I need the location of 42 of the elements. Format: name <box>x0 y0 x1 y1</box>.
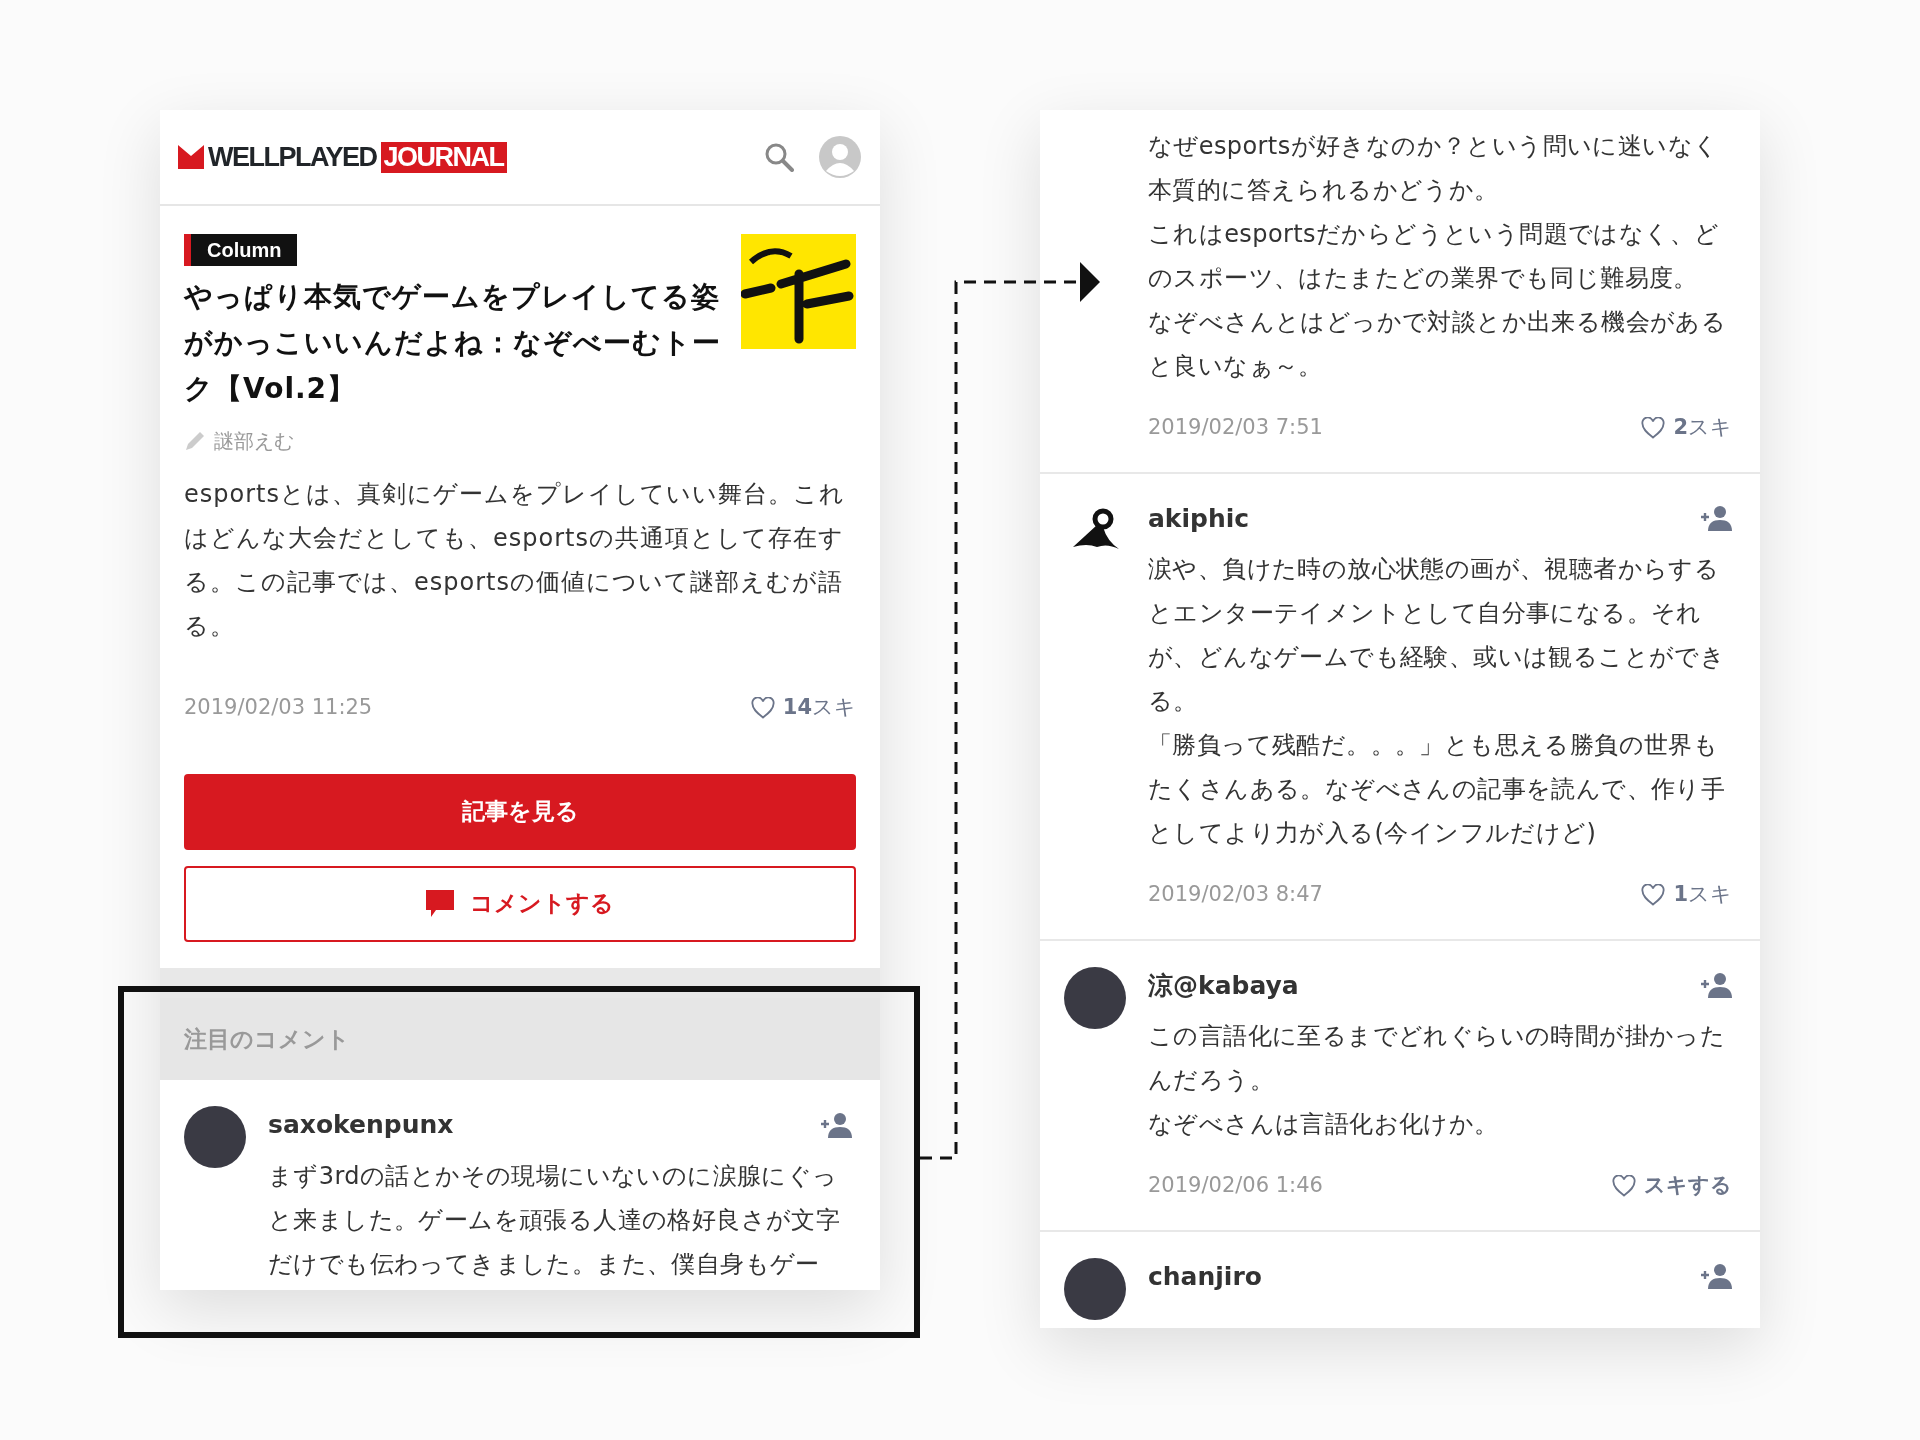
article-date: 2019/02/03 11:25 <box>184 694 373 721</box>
follow-user-icon[interactable] <box>1700 505 1732 532</box>
comment-text: なぞべさんとはどっかで対談とか出来る機会があると良いなぁ～。 <box>1148 307 1728 382</box>
comment-text: これはesportsだからどうという問題ではなく、どのスポーツ、はたまたどの業界でも同じ難易度。 <box>1148 219 1721 294</box>
author-name[interactable]: 謎部えむ <box>214 426 294 456</box>
comment-text: この言語化に至るまでどれぐらいの時間が掛かったんだろう。 <box>1148 1021 1727 1096</box>
comment-date: 2019/02/03 7:51 <box>1148 414 1323 441</box>
speech-bubble-icon <box>426 889 454 918</box>
category-tag: Column <box>184 234 298 266</box>
follow-user-icon[interactable] <box>820 1111 852 1138</box>
heart-icon[interactable] <box>750 696 775 719</box>
user-name[interactable]: 涼@kabaya <box>1148 966 1299 1004</box>
comment-text: まず3rdの話とかその現場にいないのに涙腺にぐっと来ました。ゲームを頑張る人達の格好良さが文字だけでも伝わってきました。また、僕自身もゲー <box>268 1160 842 1280</box>
user-name[interactable]: chanjiro <box>1148 1257 1262 1295</box>
logo-text[interactable]: WELLPLAYED <box>208 143 377 171</box>
comment-date: 2019/02/03 8:47 <box>1148 881 1323 908</box>
logo-icon[interactable] <box>178 145 204 169</box>
heart-icon[interactable] <box>1641 883 1666 906</box>
section-heading: 注目のコメント <box>160 997 880 1080</box>
article-title[interactable]: やっぱり本気でゲームをプレイしてる姿がかっこいいんだよね：なぞべーむトーク【Vol.2】 <box>184 274 725 412</box>
thumbnail-drawing[interactable] <box>741 234 856 349</box>
comment-text: なぜesportsが好きなのか？という問いに迷いなく本質的に答えられるかどうか。 <box>1148 131 1720 206</box>
like-button[interactable]: 2スキ <box>1641 412 1732 444</box>
like-button[interactable]: スキする <box>1612 1170 1732 1202</box>
view-article-button[interactable]: 記事を見る <box>184 773 856 850</box>
user-name[interactable]: saxokenpunx <box>268 1106 454 1144</box>
like-button[interactable]: 14スキ <box>750 692 856 724</box>
comment-text: なぞべさんは言語化お化けか。 <box>1148 1109 1500 1140</box>
like-button[interactable]: 1スキ <box>1641 879 1732 911</box>
comment-text: 涙や、負けた時の放心状態の画が、視聴者からするとエンターテイメントとして自分事になる。それが、どんなゲームでも経験、或いは観ることができる。 <box>1148 554 1727 717</box>
pencil-icon <box>184 430 206 452</box>
comment-button[interactable]: コメントする <box>184 865 856 942</box>
heart-icon[interactable] <box>1641 416 1666 439</box>
article-summary: esportsとは、真剣にゲームをプレイしていい舞台。これはどんな大会だとしても、esportsの共通項として存在する。この記事では、esportsの価値について謎部えむが語る。 <box>184 479 846 642</box>
comment-text: 「勝負って残酷だ。。。」とも思える勝負の世界もたくさんある。なぞべさんの記事を読んで、作り手としてより力が入る(今インフルだけど) <box>1148 730 1727 849</box>
user-name[interactable]: akiphic <box>1148 499 1250 537</box>
follow-user-icon[interactable] <box>1700 1263 1732 1290</box>
logo-badge[interactable]: JOURNAL <box>380 141 507 173</box>
heart-icon[interactable] <box>1612 1174 1636 1197</box>
search-icon[interactable] <box>764 142 794 172</box>
comment-date: 2019/02/06 1:46 <box>1148 1172 1323 1199</box>
follow-user-icon[interactable] <box>1700 972 1732 999</box>
